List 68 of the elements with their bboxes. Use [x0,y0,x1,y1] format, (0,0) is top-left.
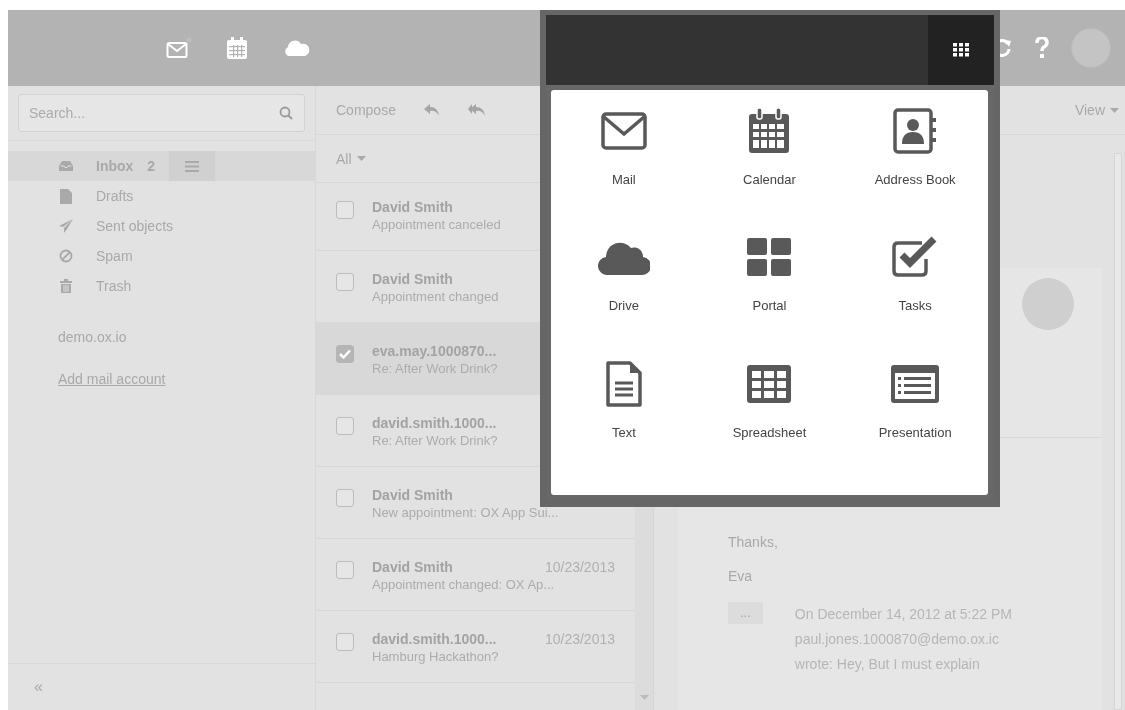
app-label: Spreadsheet [732,424,807,440]
filter-dropdown[interactable]: All [336,150,366,167]
app-label: Presentation [878,424,952,440]
folder-item[interactable]: Spam [8,241,315,271]
app-label: Portal [752,298,787,314]
search-icon[interactable] [279,106,293,120]
checkmark-icon [339,349,351,359]
caret-icon [356,156,366,161]
collapse-button[interactable]: « [34,678,43,696]
menu-icon[interactable] [185,160,200,172]
body-text: Thanks, [728,534,779,550]
folder-item[interactable]: Sent objects [8,211,315,241]
app-label: Calendar [743,172,796,187]
cloud-icon[interactable] [282,39,310,57]
inbox-tray-icon [58,160,74,172]
show-quote-button[interactable]: ... [728,602,763,624]
folder-menu-button[interactable] [169,151,216,181]
prohibited-icon [58,249,74,263]
compose-button[interactable]: Compose [336,102,396,118]
text-document-icon [605,360,642,407]
document-icon [58,188,74,204]
reply-all-icon[interactable] [467,103,486,117]
sender-name: David Smith [372,271,453,287]
caret-icon [1110,107,1119,113]
help-icon[interactable] [1035,37,1049,59]
sender-name: David Smith [372,487,453,503]
checkbox[interactable] [336,561,354,579]
checkbox[interactable] [336,417,354,435]
folder-item[interactable]: Trash [8,271,315,301]
app-tile[interactable]: Spreadsheet [696,360,843,487]
app-label: Text [611,424,636,440]
checkbox[interactable] [336,273,354,291]
address-book-icon [893,108,938,154]
caret-icon[interactable] [639,695,649,700]
paper-plane-icon [58,219,74,233]
mail-icon[interactable] [166,37,192,59]
folder-label: Sent objects [96,218,174,234]
body-text: Eva [728,568,754,584]
app-label: Tasks [898,298,932,314]
calendar-icon [748,108,791,154]
checkbox[interactable] [336,489,354,507]
checkbox[interactable] [336,201,354,219]
sender-name: david.smith.1000... [372,415,497,431]
checkbox[interactable] [336,345,354,363]
sender-name: david.smith.1000... [372,631,497,647]
view-dropdown[interactable]: View [1074,102,1119,118]
app-label: Drive [608,298,639,314]
account-name: demo.ox.io [57,328,128,345]
app-label: Address Book [874,172,956,187]
app-launcher-button[interactable] [928,15,994,85]
sender-name: David Smith [372,199,453,215]
folder-label: Drafts [96,188,134,204]
apps-grid-icon[interactable] [953,43,969,57]
app-tile[interactable]: Portal [696,234,843,361]
calendar-icon[interactable] [226,36,248,60]
checkbox[interactable] [336,633,354,651]
app-tile[interactable]: Presentation [842,360,988,487]
add-account-link[interactable]: Add mail account [58,371,166,387]
app-tile[interactable]: Address Book [842,108,988,235]
folder-item[interactable]: Drafts [8,181,315,211]
app-tile[interactable]: Tasks [842,234,988,361]
app-tile[interactable]: Calendar [696,108,843,235]
folder-label: Spam [96,248,133,264]
reply-icon[interactable] [423,103,440,117]
folder-label: Trash [96,278,132,294]
trash-icon [58,279,74,293]
sender-name: David Smith [372,559,453,575]
search-field[interactable]: Search... [18,94,305,132]
